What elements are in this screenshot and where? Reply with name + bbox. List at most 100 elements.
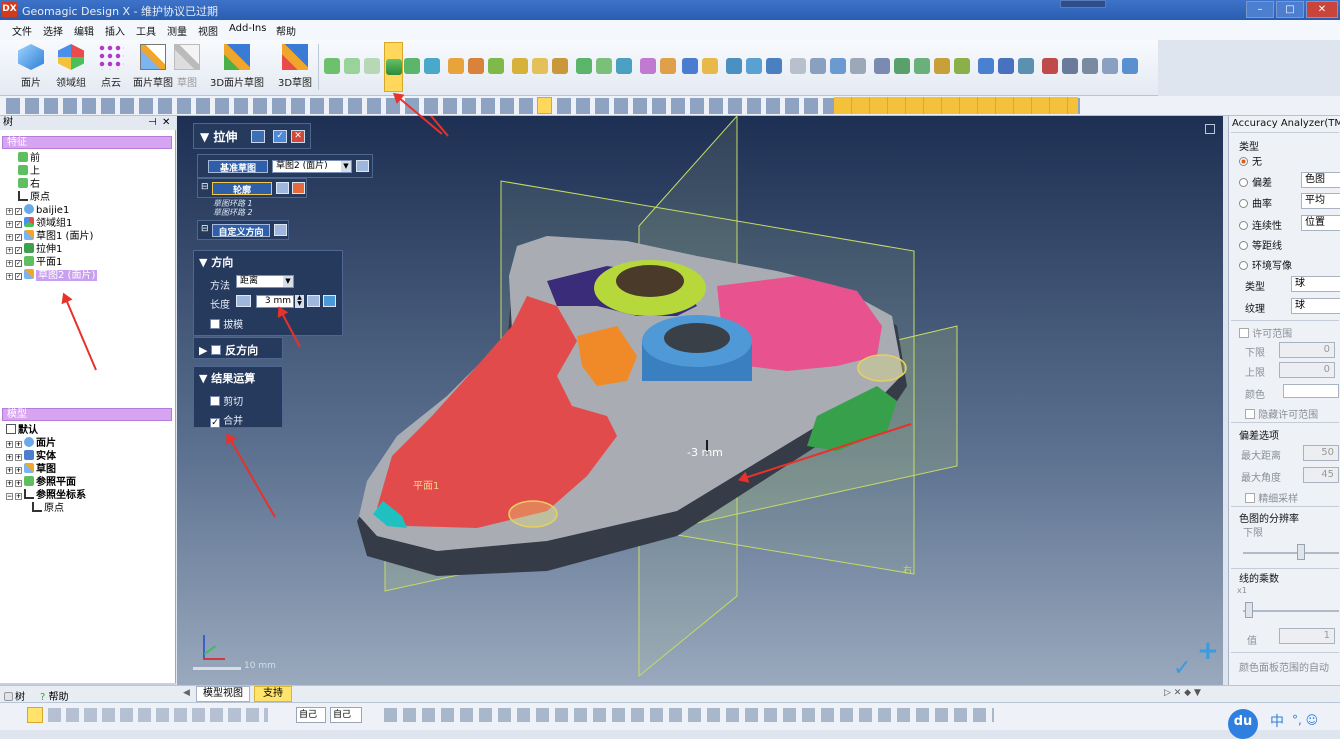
- tree-model-sketch[interactable]: + + 草图: [6, 463, 56, 476]
- menu-addins[interactable]: Add-Ins: [229, 23, 266, 34]
- chamfer-icon[interactable]: [596, 58, 612, 74]
- mirror-icon[interactable]: [640, 58, 656, 74]
- radio-curvature[interactable]: [1239, 199, 1248, 208]
- length-input[interactable]: 3 mm: [256, 295, 294, 308]
- length-spinner[interactable]: ▲ ▼: [295, 295, 304, 308]
- panel-close-icon[interactable]: ✕: [162, 116, 170, 130]
- menu-view[interactable]: 视图: [198, 23, 218, 38]
- knit-icon[interactable]: [934, 58, 950, 74]
- add-icon[interactable]: +: [1197, 636, 1219, 666]
- reverse-direction-toggle[interactable]: ▶ 反方向: [199, 342, 258, 358]
- clear-icon[interactable]: [356, 160, 369, 172]
- result-operation-title[interactable]: ▼ 结果运算: [199, 370, 255, 386]
- line-icon[interactable]: [344, 58, 360, 74]
- pin-icon[interactable]: ⊣: [148, 116, 157, 130]
- tab-help[interactable]: ? 帮助: [40, 688, 69, 703]
- snap-filter-icons[interactable]: [384, 708, 994, 722]
- fit-surface-icon[interactable]: [874, 58, 890, 74]
- preview-icon[interactable]: [251, 130, 265, 143]
- hide-tolerance-option[interactable]: 隐藏许可范围: [1245, 406, 1318, 421]
- close-button[interactable]: ✕: [1306, 1, 1338, 18]
- tree-item-extrude1[interactable]: + ✓ 拉伸1: [6, 243, 62, 256]
- tab-model-view[interactable]: 模型视图: [196, 686, 250, 702]
- option-curvature[interactable]: 曲率: [1239, 195, 1272, 210]
- menu-file[interactable]: 文件: [12, 23, 32, 38]
- settings-icon[interactable]: [1082, 58, 1098, 74]
- curvature-select[interactable]: 平均: [1301, 193, 1340, 209]
- value-input[interactable]: 1: [1279, 628, 1335, 644]
- 3d-viewport[interactable]: -3 mm 平面1 右 ▼ 拉伸 ✓ ✕ 基准草图 草图2 (面片) ▼ ⊟ 轮廓…: [177, 116, 1223, 685]
- shaded-view-icon[interactable]: [537, 97, 552, 114]
- direction-title[interactable]: ▼ 方向: [199, 254, 233, 270]
- 3d-mesh-sketch-button[interactable]: 3D面片草图: [208, 42, 266, 92]
- tab-nav-icons[interactable]: ▷ ✕ ◆ ▼: [1164, 688, 1201, 698]
- thicken-icon[interactable]: [954, 58, 970, 74]
- 3d-sketch-button[interactable]: 3D草图: [266, 42, 324, 92]
- tree-item-baijie1[interactable]: + ✓ baijie1: [6, 204, 69, 217]
- menu-help[interactable]: 帮助: [276, 23, 296, 38]
- tree-model-default[interactable]: 默认: [6, 424, 38, 437]
- option-continuity[interactable]: 连续性: [1239, 217, 1282, 232]
- max-distance-input[interactable]: 50: [1303, 445, 1339, 461]
- split-icon[interactable]: [726, 58, 742, 74]
- resolution-slider-track[interactable]: [1243, 552, 1339, 554]
- radio-deviation[interactable]: [1239, 178, 1248, 187]
- ime-mode-label[interactable]: 中: [1270, 711, 1284, 731]
- cancel-icon[interactable]: ✕: [291, 130, 305, 143]
- delete-body-icon[interactable]: [810, 58, 826, 74]
- baidu-ime-icon[interactable]: du: [1228, 709, 1258, 739]
- fillet-icon[interactable]: [576, 58, 592, 74]
- multiplier-slider-track[interactable]: [1243, 610, 1339, 612]
- refresh-icon[interactable]: [323, 295, 336, 307]
- radio-none[interactable]: [1239, 157, 1248, 166]
- base-sketch-button[interactable]: 基准草图: [208, 160, 268, 174]
- menu-select[interactable]: 选择: [43, 23, 63, 38]
- tab-support[interactable]: 支持: [254, 686, 292, 702]
- accuracy-icon[interactable]: [1102, 58, 1118, 74]
- menu-measure[interactable]: 测量: [167, 23, 187, 38]
- tree-model-ref-coord[interactable]: − + 参照坐标系: [6, 489, 86, 502]
- cut-checkbox[interactable]: [210, 396, 220, 406]
- custom-direction-button[interactable]: 自定义方向: [212, 224, 270, 238]
- menu-edit[interactable]: 编辑: [74, 23, 94, 38]
- tree-item-origin[interactable]: 原点: [18, 191, 50, 204]
- auto-range-option[interactable]: 颜色面板范围的自动: [1239, 659, 1329, 674]
- tree-model-mesh[interactable]: + + 面片: [6, 437, 56, 450]
- deviation-select[interactable]: 色图: [1301, 172, 1340, 188]
- tree-model-ref-plane[interactable]: + + 参照平面: [6, 476, 76, 489]
- model-section-header[interactable]: 模型: [2, 408, 172, 421]
- texture-select[interactable]: 球: [1291, 298, 1340, 314]
- ime-tools-icons[interactable]: °, ☺: [1292, 713, 1318, 727]
- radio-isoline[interactable]: [1239, 241, 1248, 250]
- tree-item-front[interactable]: 前: [18, 152, 40, 165]
- extend-icon[interactable]: [894, 58, 910, 74]
- heal-icon[interactable]: [1018, 58, 1034, 74]
- boundary-icon[interactable]: [468, 58, 484, 74]
- tree-model-solid[interactable]: + + 实体: [6, 450, 56, 463]
- grid-icon[interactable]: [1062, 58, 1078, 74]
- option-environment-map[interactable]: 环境写像: [1239, 257, 1292, 272]
- menu-insert[interactable]: 插入: [105, 23, 125, 38]
- tree-item-right[interactable]: 右: [18, 178, 40, 191]
- menu-tools[interactable]: 工具: [136, 23, 156, 38]
- deviation-icon[interactable]: [1042, 58, 1058, 74]
- chevron-down-icon[interactable]: ▼: [283, 276, 293, 287]
- chevron-down-icon[interactable]: ▼: [341, 161, 351, 172]
- selection-filter-toolbar[interactable]: [834, 97, 1078, 114]
- view-option-icon[interactable]: [1122, 58, 1138, 74]
- surface-icon[interactable]: [488, 58, 504, 74]
- ok-icon[interactable]: ✓: [273, 130, 287, 143]
- calculator-icon[interactable]: [307, 295, 320, 307]
- model-canvas[interactable]: [177, 116, 1223, 685]
- sweep-icon[interactable]: [424, 58, 440, 74]
- boolean-icon[interactable]: [746, 58, 762, 74]
- max-angle-input[interactable]: 45: [1303, 467, 1339, 483]
- option-isoline[interactable]: 等距线: [1239, 237, 1282, 252]
- reverse-checkbox[interactable]: [211, 345, 222, 355]
- replace-face-icon[interactable]: [830, 58, 846, 74]
- features-section-header[interactable]: 特征: [2, 136, 172, 149]
- continuity-select[interactable]: 位置: [1301, 215, 1340, 231]
- tolerance-option[interactable]: 许可范围: [1239, 325, 1292, 340]
- expand-view-icon[interactable]: [1205, 124, 1215, 134]
- tree-model-origin[interactable]: 原点: [32, 502, 64, 515]
